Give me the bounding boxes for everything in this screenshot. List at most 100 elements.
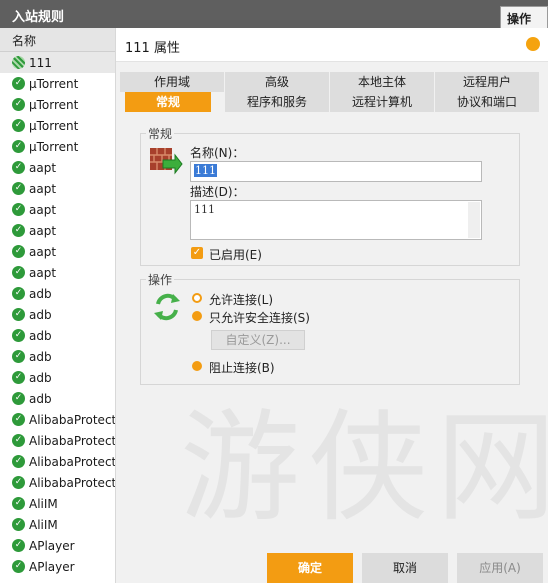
inbound-rules-title: 入站规则 bbox=[12, 10, 65, 25]
rule-row[interactable]: ✓ APlayer bbox=[0, 535, 115, 556]
allow-secure-connection-label: 只允许安全连接(S) bbox=[209, 311, 310, 325]
inbound-rules-list[interactable]: 名称 111 ✓ µTorrent ✓ µTorrent ✓ µTorrent ✓ µTorre… bbox=[0, 28, 116, 583]
rule-row[interactable]: ✓ aapt bbox=[0, 178, 115, 199]
rule-row[interactable]: ✓ µTorrent bbox=[0, 94, 115, 115]
rule-row[interactable]: ✓ AlibabaProtect. bbox=[0, 451, 115, 472]
rule-name: AliIM bbox=[29, 517, 58, 532]
apply-button[interactable]: 应用(A) bbox=[457, 553, 543, 583]
rule-name: AlibabaProtect. bbox=[29, 454, 115, 469]
rule-row[interactable]: ✓ APlayer bbox=[0, 556, 115, 577]
rule-name: 111 bbox=[29, 55, 52, 70]
rule-row[interactable]: ✓ aapt bbox=[0, 157, 115, 178]
rule-name: APlayer bbox=[29, 559, 75, 574]
rule-row[interactable]: ✓ µTorrent bbox=[0, 73, 115, 94]
rule-row[interactable]: ✓ AliIM bbox=[0, 493, 115, 514]
tab-advanced[interactable]: 高级 bbox=[225, 72, 329, 92]
dialog-titlebar: 111 属性 bbox=[116, 28, 548, 62]
description-scrollbar[interactable] bbox=[468, 202, 480, 238]
rule-row[interactable]: ✓ adb bbox=[0, 283, 115, 304]
rule-name: aapt bbox=[29, 160, 57, 175]
mmc-titlebar: 入站规则 bbox=[0, 0, 548, 28]
rule-properties-dialog: 111 属性 作用域 高级 本地主体 远程用户 常规 程序和服务 远程计算机 协… bbox=[116, 28, 548, 583]
rule-name: aapt bbox=[29, 265, 57, 280]
check-circle-icon: ✓ bbox=[12, 350, 25, 363]
description-label: 描述(D)： bbox=[190, 185, 245, 199]
check-circle-icon: ✓ bbox=[12, 560, 25, 573]
ok-button[interactable]: 确定 bbox=[267, 553, 353, 583]
name-field[interactable]: 111 bbox=[190, 161, 482, 182]
actions-pane-header[interactable]: 操作 bbox=[500, 6, 548, 28]
check-circle-icon: ✓ bbox=[12, 287, 25, 300]
rule-name: AliIM bbox=[29, 496, 58, 511]
name-label: 名称(N)： bbox=[190, 146, 245, 160]
cancel-button[interactable]: 取消 bbox=[362, 553, 448, 583]
recycle-arrows-icon bbox=[154, 293, 180, 321]
check-circle-icon: ✓ bbox=[12, 518, 25, 531]
tab-local-principals[interactable]: 本地主体 bbox=[330, 72, 434, 92]
dialog-title: 111 属性 bbox=[125, 41, 180, 56]
rule-name: APlayer bbox=[29, 538, 75, 553]
rule-name: adb bbox=[29, 391, 52, 406]
firewall-rule-icon bbox=[150, 148, 183, 175]
enabled-checkbox[interactable]: ✓ bbox=[191, 247, 203, 259]
rule-row[interactable]: ✓ aapt bbox=[0, 220, 115, 241]
rule-row[interactable]: ✓ adb bbox=[0, 304, 115, 325]
rule-row[interactable]: ✓ aapt bbox=[0, 262, 115, 283]
check-circle-icon: ✓ bbox=[12, 98, 25, 111]
description-value: 111 bbox=[194, 203, 215, 216]
allow-secure-connection-radio[interactable] bbox=[192, 311, 202, 321]
description-field[interactable]: 111 bbox=[190, 200, 482, 240]
tab-protocols-ports[interactable]: 协议和端口 bbox=[435, 92, 539, 112]
check-circle-icon: ✓ bbox=[12, 182, 25, 195]
rule-row[interactable]: ✓ AlibabaProtect. bbox=[0, 472, 115, 493]
rule-name: adb bbox=[29, 328, 52, 343]
rule-row[interactable]: ✓ AlibabaProtect. bbox=[0, 409, 115, 430]
check-circle-icon: ✓ bbox=[12, 476, 25, 489]
rule-row[interactable]: ✓ µTorrent bbox=[0, 136, 115, 157]
check-circle-icon bbox=[12, 56, 25, 69]
rule-name: µTorrent bbox=[29, 76, 79, 91]
action-group-label: 操作 bbox=[146, 271, 175, 288]
check-circle-icon: ✓ bbox=[12, 203, 25, 216]
column-header-name[interactable]: 名称 bbox=[0, 28, 115, 52]
rule-name: aapt bbox=[29, 244, 57, 259]
rule-row[interactable]: ✓ AliIM bbox=[0, 514, 115, 535]
check-circle-icon: ✓ bbox=[12, 329, 25, 342]
allow-connection-label: 允许连接(L) bbox=[209, 293, 274, 307]
rule-row[interactable]: ✓ aapt bbox=[0, 199, 115, 220]
check-circle-icon: ✓ bbox=[12, 434, 25, 447]
tab-remote-computers[interactable]: 远程计算机 bbox=[330, 92, 434, 112]
check-circle-icon: ✓ bbox=[12, 371, 25, 384]
tab-scope[interactable]: 作用域 bbox=[120, 72, 224, 92]
rule-row[interactable]: ✓ adb bbox=[0, 367, 115, 388]
tab-programs-services[interactable]: 程序和服务 bbox=[225, 92, 329, 112]
tab-general[interactable]: 常规 bbox=[125, 92, 211, 112]
rule-row[interactable]: ✓ adb bbox=[0, 388, 115, 409]
enabled-label: 已启用(E) bbox=[209, 248, 262, 262]
check-circle-icon: ✓ bbox=[12, 266, 25, 279]
check-circle-icon: ✓ bbox=[12, 392, 25, 405]
dialog-status-dot-icon[interactable] bbox=[526, 37, 540, 51]
rule-name: AlibabaProtect. bbox=[29, 475, 115, 490]
rule-row[interactable]: ✓ AlibabaProtect. bbox=[0, 430, 115, 451]
rule-row[interactable]: ✓ adb bbox=[0, 346, 115, 367]
rule-name: AlibabaProtect. bbox=[29, 433, 115, 448]
check-circle-icon: ✓ bbox=[12, 119, 25, 132]
rule-name: µTorrent bbox=[29, 118, 79, 133]
rule-name: adb bbox=[29, 286, 52, 301]
rule-row[interactable]: ✓ adb bbox=[0, 325, 115, 346]
rule-name: adb bbox=[29, 307, 52, 322]
tab-remote-users[interactable]: 远程用户 bbox=[435, 72, 539, 92]
rule-row[interactable]: ✓ aapt bbox=[0, 241, 115, 262]
rule-name: aapt bbox=[29, 223, 57, 238]
general-group-label: 常规 bbox=[146, 125, 175, 142]
allow-connection-radio[interactable] bbox=[192, 293, 202, 303]
check-circle-icon: ✓ bbox=[12, 224, 25, 237]
rule-row[interactable]: 111 bbox=[0, 52, 115, 73]
rule-row[interactable]: ✓ µTorrent bbox=[0, 115, 115, 136]
rule-name: adb bbox=[29, 349, 52, 364]
customize-button[interactable]: 自定义(Z)... bbox=[211, 330, 305, 350]
check-circle-icon: ✓ bbox=[12, 539, 25, 552]
block-connection-radio[interactable] bbox=[192, 361, 202, 371]
rule-list-body: 111 ✓ µTorrent ✓ µTorrent ✓ µTorrent ✓ µTorrent ✓… bbox=[0, 52, 115, 577]
